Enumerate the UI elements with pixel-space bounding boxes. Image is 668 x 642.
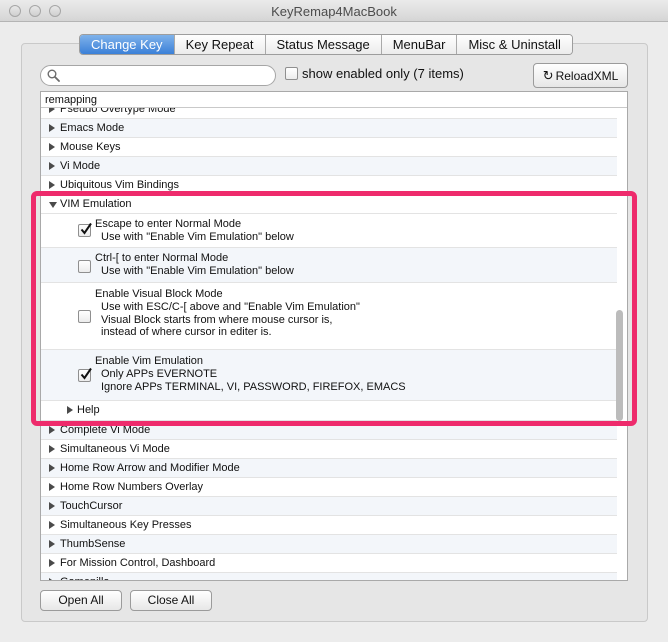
list-item[interactable]: Home Row Arrow and Modifier Mode	[41, 459, 617, 478]
disclosure-right-icon	[49, 181, 55, 189]
tab-bar: Change Key Key Repeat Status Message Men…	[79, 34, 573, 55]
list-item[interactable]: Simultaneous Vi Mode	[41, 440, 617, 459]
disclosure-right-icon	[49, 162, 55, 170]
list-item[interactable]: For Mission Control, Dashboard	[41, 554, 617, 573]
tab-change-key[interactable]: Change Key	[80, 35, 175, 54]
reload-xml-label: ReloadXML	[555, 69, 619, 83]
list-column-header: remapping	[41, 92, 627, 108]
list-item[interactable]: Mouse Keys	[41, 138, 617, 157]
list-item[interactable]: Home Row Numbers Overlay	[41, 478, 617, 497]
disclosure-right-icon	[49, 445, 55, 453]
disclosure-right-icon	[49, 143, 55, 151]
disclosure-right-icon	[49, 521, 55, 529]
list-item[interactable]: TouchCursor	[41, 497, 617, 516]
search-input[interactable]	[63, 68, 267, 83]
close-all-button[interactable]: Close All	[130, 590, 212, 611]
tab-misc-uninstall[interactable]: Misc & Uninstall	[457, 35, 572, 54]
disclosure-right-icon	[49, 426, 55, 434]
list-item[interactable]: Simultaneous Key Presses	[41, 516, 617, 535]
annotation-highlight-box	[31, 191, 637, 426]
disclosure-right-icon	[49, 540, 55, 548]
tab-menubar[interactable]: MenuBar	[381, 35, 458, 54]
search-field[interactable]	[40, 65, 276, 86]
disclosure-right-icon	[49, 464, 55, 472]
disclosure-right-icon	[49, 124, 55, 132]
list-item[interactable]: ThumbSense	[41, 535, 617, 554]
list-item[interactable]: Emacs Mode	[41, 119, 617, 138]
list-item[interactable]: Vi Mode	[41, 157, 617, 176]
title-bar: KeyRemap4MacBook	[0, 0, 668, 22]
window-title: KeyRemap4MacBook	[271, 4, 397, 19]
show-enabled-checkbox[interactable]	[285, 67, 298, 80]
disclosure-right-icon	[49, 483, 55, 491]
disclosure-right-icon	[49, 502, 55, 510]
show-enabled-label: show enabled only (7 items)	[302, 66, 464, 81]
list-item[interactable]: Gamepilla	[41, 573, 617, 580]
reload-icon: ↻	[542, 68, 554, 83]
tab-key-repeat[interactable]: Key Repeat	[174, 35, 266, 54]
disclosure-right-icon	[49, 559, 55, 567]
reload-xml-button[interactable]: ↻ ReloadXML	[533, 63, 628, 88]
tab-status-message[interactable]: Status Message	[265, 35, 382, 54]
disclosure-right-icon	[49, 578, 55, 580]
search-icon	[47, 69, 60, 82]
open-all-button[interactable]: Open All	[40, 590, 122, 611]
